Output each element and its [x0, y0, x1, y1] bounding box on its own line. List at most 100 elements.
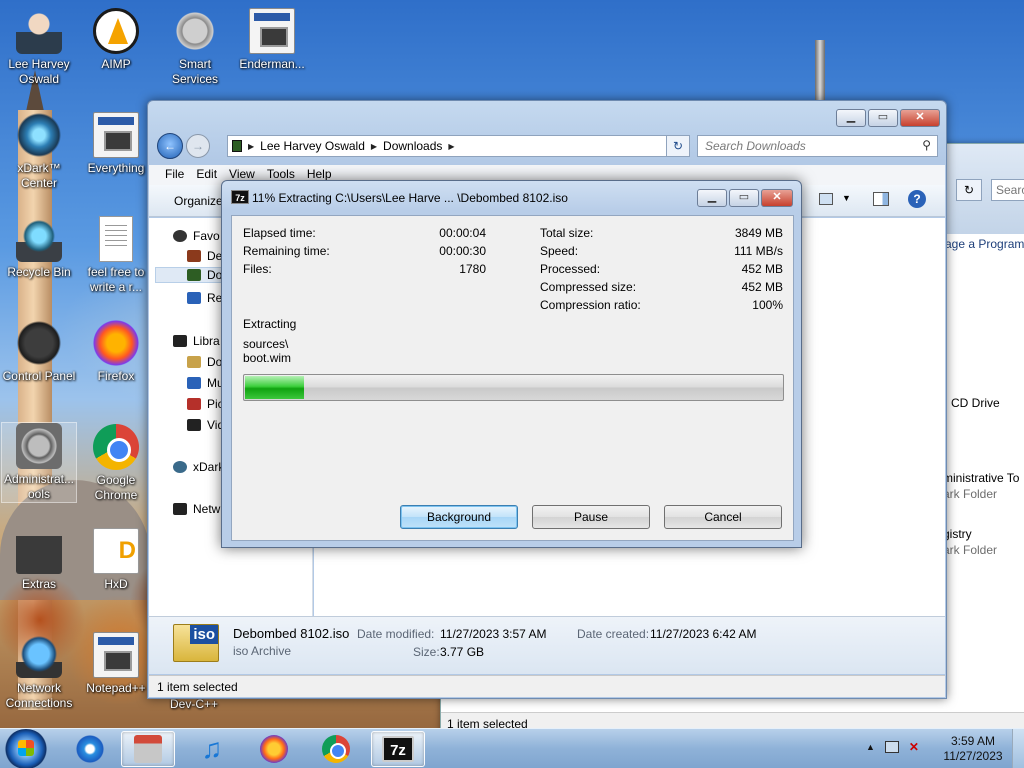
dialog-maximize-button[interactable]: ▭ [729, 189, 759, 207]
notepadpp-icon [93, 632, 139, 678]
desktop-icon-network-connections[interactable]: Network Connections [1, 632, 77, 711]
network-icon [173, 503, 187, 515]
forward-button[interactable]: → [186, 134, 210, 158]
registry-label[interactable]: gistry [943, 527, 972, 541]
change-view-icon[interactable] [819, 193, 833, 205]
desktop-icon-lee-harvey-oswald[interactable]: Lee Harvey Oswald [1, 8, 77, 87]
back-button[interactable]: ← [157, 133, 183, 159]
file-name: Debombed 8102.iso [233, 626, 350, 641]
taskbar-app[interactable] [121, 731, 175, 767]
search-icon[interactable]: ⚲ [922, 138, 931, 152]
taskbar-music-player[interactable]: ♫ [185, 731, 239, 767]
documents-icon [187, 356, 201, 368]
taskbar-7zip[interactable]: 7z [371, 731, 425, 767]
background-button[interactable]: Background [400, 505, 518, 529]
taskbar-firefox[interactable] [247, 731, 301, 767]
minimize-button[interactable]: ▁ [836, 109, 866, 127]
nav-pictures[interactable]: Pic [187, 397, 224, 411]
breadcrumb-arrow-icon[interactable]: ▶ [448, 142, 454, 151]
desktop-icon-xdark-center[interactable]: xDark™ Center [1, 112, 77, 191]
extraction-dialog[interactable]: 7z 11% Extracting C:\Users\Lee Harve ...… [221, 180, 802, 548]
breadcrumb-lee-harvey-oswald[interactable]: Lee Harvey Oswald [260, 139, 365, 153]
breadcrumb-arrow-icon[interactable]: ▶ [248, 142, 254, 151]
total-size-value: 3849 MB [734, 226, 783, 240]
dialog-minimize-button[interactable]: ▁ [697, 189, 727, 207]
speaker-muted-icon[interactable]: ✕ [909, 741, 923, 753]
desktop-icon-hxd[interactable]: HxD [78, 528, 154, 592]
breadcrumb-downloads[interactable]: Downloads [383, 139, 442, 153]
desktop-icon-smart-services[interactable]: Smart Services [157, 8, 233, 87]
desktop-icon-recycle-bin[interactable]: Recycle Bin [1, 216, 77, 280]
dialog-window-buttons: ▁ ▭ ✕ [697, 189, 793, 207]
nav-favorites[interactable]: Favo [173, 229, 220, 243]
files-label: Files: [243, 262, 272, 276]
libraries-icon [173, 335, 187, 347]
close-button[interactable]: ✕ [900, 109, 940, 127]
current-file: boot.wim [243, 351, 292, 365]
date-created-label: Date created: [577, 627, 650, 641]
date-created-value: 11/27/2023 6:42 AM [650, 627, 757, 641]
current-path: sources\ [243, 337, 289, 351]
breadcrumb-arrow-icon[interactable]: ▶ [371, 142, 377, 151]
admin-tools-type: ark Folder [943, 487, 998, 501]
search-app-icon [93, 112, 139, 158]
desktop-icon-devcpp[interactable]: Dev-C++ [156, 697, 232, 713]
nav-network[interactable]: Netw [173, 502, 220, 516]
link-uninstall-program[interactable]: age a Program [945, 237, 1024, 251]
progress-fill [245, 376, 304, 399]
remaining-time-label: Remaining time: [243, 244, 330, 258]
nav-music[interactable]: Mu [187, 376, 224, 390]
iso-file-icon: iso [173, 624, 219, 662]
iso-badge: iso [190, 625, 218, 644]
network-status-icon[interactable] [884, 741, 899, 753]
desktop-icon-everything[interactable]: Everything [78, 112, 154, 176]
desktop-icon-aimp[interactable]: AIMP [78, 8, 154, 72]
refresh-button[interactable]: ↻ [666, 135, 690, 157]
nav-libraries[interactable]: Libra [173, 334, 220, 348]
view-dropdown-icon[interactable]: ▼ [842, 193, 851, 203]
help-icon[interactable]: ? [908, 190, 926, 208]
cd-drive-label[interactable]: CD Drive [951, 396, 1000, 410]
desktop-icon-extras[interactable]: Extras [1, 528, 77, 592]
dialog-title: 11% Extracting C:\Users\Lee Harve ... \D… [252, 191, 568, 205]
nav-videos[interactable]: Vid [187, 418, 224, 432]
menu-edit[interactable]: Edit [190, 165, 223, 185]
menu-file[interactable]: File [159, 165, 190, 185]
background-refresh-button[interactable]: ↻ [956, 179, 982, 201]
start-button[interactable] [4, 729, 48, 768]
show-hidden-icons-icon[interactable]: ▲ [866, 742, 875, 752]
show-desktop-button[interactable] [1012, 729, 1024, 768]
desktop-icon-firefox[interactable]: Firefox [78, 320, 154, 384]
nav-documents[interactable]: Do [187, 355, 222, 369]
videos-icon [187, 419, 201, 431]
recycle-bin-icon [16, 216, 62, 262]
desktop-icon [187, 250, 201, 262]
address-bar[interactable]: ▶ Lee Harvey Oswald ▶ Downloads ▶ ▼ [227, 135, 689, 157]
firefox-icon [93, 320, 139, 366]
ie-icon [76, 735, 104, 763]
taskbar-chrome[interactable] [309, 731, 363, 767]
taskbar-internet-explorer[interactable] [63, 731, 117, 767]
compressed-size-value: 452 MB [741, 280, 783, 294]
desktop-icon-enderman[interactable]: Enderman... [234, 8, 310, 72]
maximize-button[interactable]: ▭ [868, 109, 898, 127]
admin-tools-label[interactable]: ministrative To [943, 471, 1019, 485]
background-search-input[interactable]: Searc [991, 179, 1024, 201]
desktop-icon-administrative-tools[interactable]: Administrat... ools [1, 422, 77, 503]
desktop-icon-control-panel[interactable]: Control Panel [1, 320, 77, 384]
clock[interactable]: 3:59 AM 11/27/2023 [938, 734, 1008, 764]
preview-pane-icon[interactable] [873, 192, 889, 206]
dialog-close-button[interactable]: ✕ [761, 189, 793, 207]
chrome-icon [322, 735, 350, 763]
desktop-icon-text-file[interactable]: feel free to write a r... [78, 216, 154, 295]
nav-xdark[interactable]: xDark [173, 460, 224, 474]
organize-button[interactable]: Organize [174, 194, 223, 208]
recent-places-icon [187, 292, 201, 304]
file-type: iso Archive [233, 644, 292, 658]
pause-button[interactable]: Pause [532, 505, 650, 529]
desktop-icon-notepadpp[interactable]: Notepad++ [78, 632, 154, 696]
search-input[interactable]: Search Downloads ⚲ [697, 135, 938, 157]
cancel-button[interactable]: Cancel [664, 505, 782, 529]
desktop-icon-google-chrome[interactable]: Google Chrome [78, 424, 154, 503]
taskbar: ♫ 7z ▲ ✕ 3:59 AM 11/27/2023 [0, 728, 1024, 768]
